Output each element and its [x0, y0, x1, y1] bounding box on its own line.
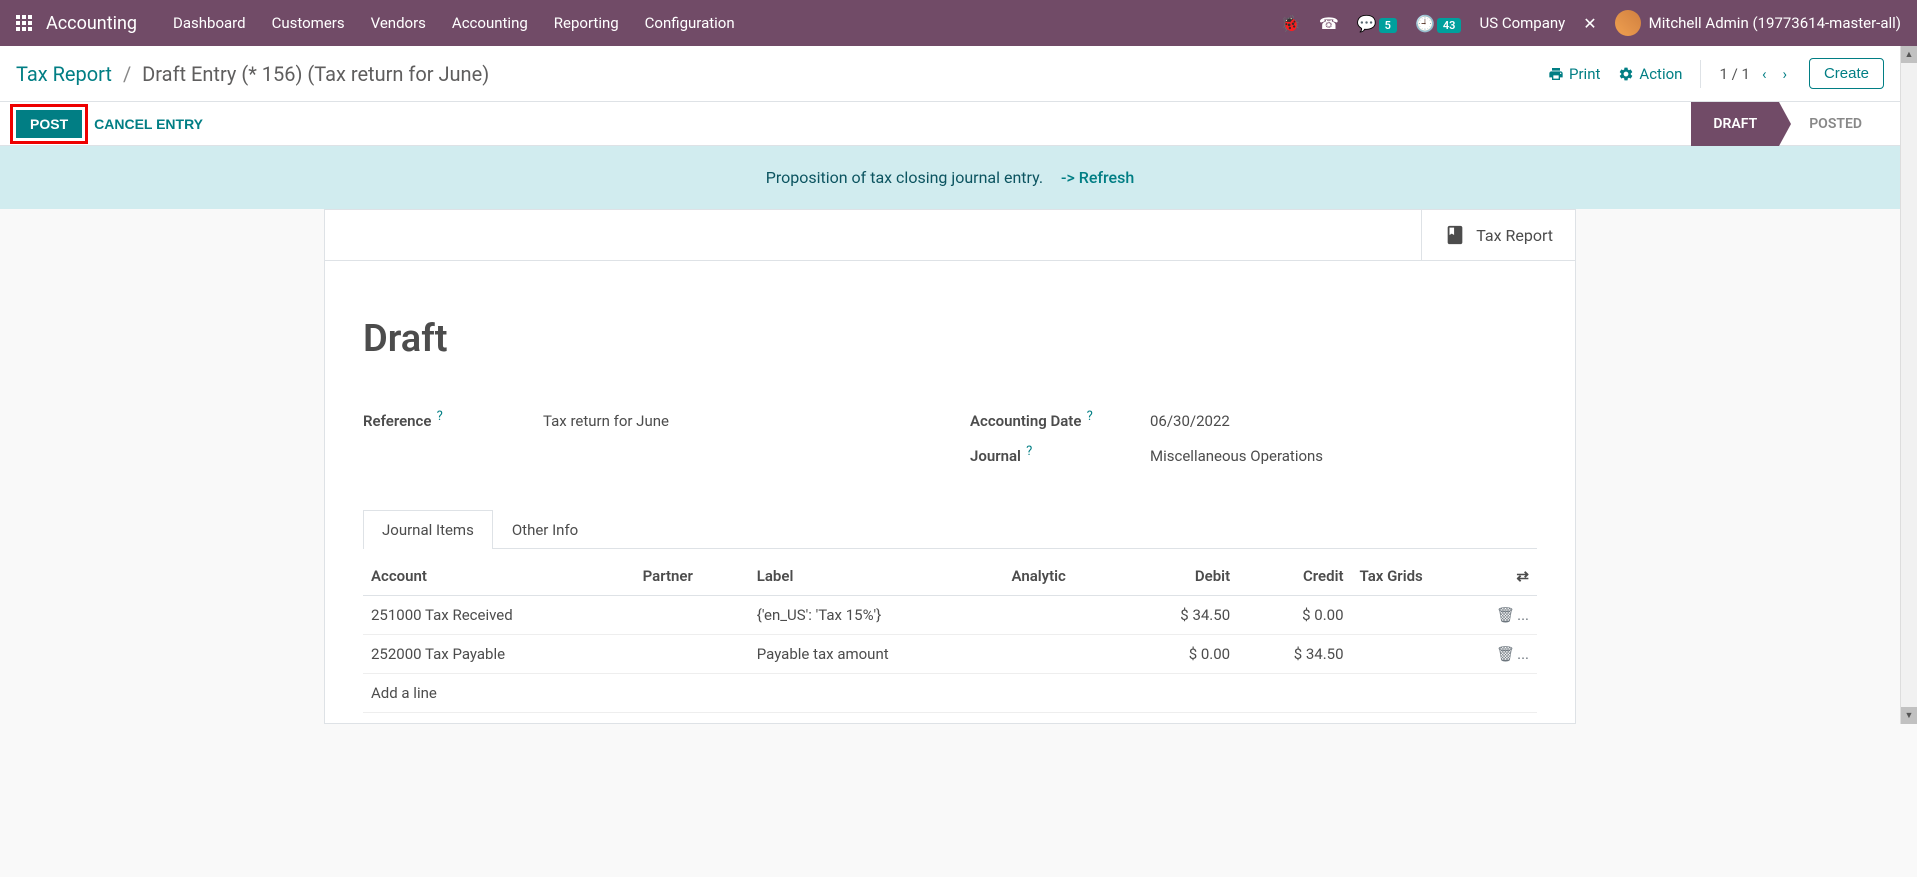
cell-analytic[interactable]: [1004, 635, 1125, 674]
col-tax-grids[interactable]: Tax Grids: [1352, 557, 1489, 596]
activities-badge: 43: [1437, 18, 1462, 33]
delete-row-icon[interactable]: 🗑: [1496, 645, 1529, 663]
user-name: Mitchell Admin (19773614-master-all): [1649, 14, 1901, 32]
col-account[interactable]: Account: [363, 557, 635, 596]
scrollbar[interactable]: ▲ ▼: [1900, 46, 1917, 724]
status-row: POST CANCEL ENTRY DRAFT POSTED: [0, 102, 1900, 146]
scroll-down-icon[interactable]: ▼: [1901, 707, 1917, 724]
accounting-date-value[interactable]: 06/30/2022: [1150, 412, 1230, 430]
create-button[interactable]: Create: [1809, 58, 1884, 89]
cell-credit[interactable]: $ 0.00: [1238, 596, 1351, 635]
menu-customers[interactable]: Customers: [260, 8, 357, 38]
brand-title[interactable]: Accounting: [46, 13, 137, 34]
cancel-entry-button[interactable]: CANCEL ENTRY: [90, 110, 207, 138]
cell-tax-grids[interactable]: [1352, 635, 1489, 674]
cell-account[interactable]: 251000 Tax Received: [363, 596, 635, 635]
table-row[interactable]: 252000 Tax Payable Payable tax amount $ …: [363, 635, 1537, 674]
cell-debit[interactable]: $ 0.00: [1125, 635, 1238, 674]
journal-value[interactable]: Miscellaneous Operations: [1150, 447, 1323, 465]
pager: 1 / 1 ‹ ›: [1719, 63, 1791, 85]
options-icon[interactable]: ⇄: [1516, 567, 1529, 585]
status-bar: DRAFT POSTED: [1691, 102, 1900, 146]
apps-icon[interactable]: [16, 15, 32, 31]
debug-icon[interactable]: 🐞: [1281, 14, 1301, 33]
print-icon: [1548, 66, 1564, 82]
cell-tax-grids[interactable]: [1352, 596, 1489, 635]
delete-row-icon[interactable]: 🗑: [1496, 606, 1529, 624]
col-partner[interactable]: Partner: [635, 557, 749, 596]
avatar: [1615, 10, 1641, 36]
reference-label: Reference ?: [363, 409, 543, 430]
tax-report-label: Tax Report: [1476, 226, 1553, 245]
cell-partner[interactable]: [635, 596, 749, 635]
cell-analytic[interactable]: [1004, 596, 1125, 635]
journal-items-table: Account Partner Label Analytic Debit Cre…: [363, 557, 1537, 713]
banner-text: Proposition of tax closing journal entry…: [766, 168, 1043, 187]
user-menu[interactable]: Mitchell Admin (19773614-master-all): [1615, 10, 1901, 36]
menu-dashboard[interactable]: Dashboard: [161, 8, 258, 38]
print-button[interactable]: Print: [1548, 65, 1600, 83]
refresh-link[interactable]: -> Refresh: [1061, 168, 1134, 187]
main-menu: Dashboard Customers Vendors Accounting R…: [161, 8, 747, 38]
cell-credit[interactable]: $ 34.50: [1238, 635, 1351, 674]
help-icon[interactable]: ?: [1023, 444, 1032, 459]
cell-label[interactable]: Payable tax amount: [749, 635, 1004, 674]
help-icon[interactable]: ?: [1083, 409, 1092, 424]
pager-next[interactable]: ›: [1778, 63, 1791, 85]
nav-right: 🐞 ☎ 💬5 🕘43 US Company ✕ Mitchell Admin (…: [1281, 10, 1901, 36]
reference-value[interactable]: Tax return for June: [543, 412, 669, 430]
action-button[interactable]: Action: [1618, 65, 1682, 83]
support-icon[interactable]: ☎: [1319, 14, 1339, 33]
breadcrumb: Tax Report / Draft Entry (* 156) (Tax re…: [16, 62, 489, 86]
scroll-up-icon[interactable]: ▲: [1901, 46, 1917, 63]
top-nav: Accounting Dashboard Customers Vendors A…: [0, 0, 1917, 46]
table-row[interactable]: 251000 Tax Received {'en_US': 'Tax 15%'}…: [363, 596, 1537, 635]
pager-text: 1 / 1: [1719, 65, 1750, 83]
accounting-date-label: Accounting Date ?: [970, 409, 1150, 430]
cell-account[interactable]: 252000 Tax Payable: [363, 635, 635, 674]
menu-configuration[interactable]: Configuration: [633, 8, 747, 38]
tab-journal-items[interactable]: Journal Items: [363, 510, 493, 549]
col-credit[interactable]: Credit: [1238, 557, 1351, 596]
col-debit[interactable]: Debit: [1125, 557, 1238, 596]
post-highlight: POST: [10, 104, 88, 144]
info-banner: Proposition of tax closing journal entry…: [0, 146, 1900, 209]
tabs: Journal Items Other Info: [363, 509, 1537, 549]
col-analytic[interactable]: Analytic: [1004, 557, 1125, 596]
journal-label: Journal ?: [970, 444, 1150, 465]
messages-badge: 5: [1379, 18, 1397, 33]
status-posted[interactable]: POSTED: [1779, 102, 1884, 146]
cell-partner[interactable]: [635, 635, 749, 674]
gear-icon: [1618, 66, 1634, 82]
cell-label[interactable]: {'en_US': 'Tax 15%'}: [749, 596, 1004, 635]
form-sheet: Tax Report Draft Reference ? Tax return …: [324, 209, 1576, 724]
breadcrumb-current: Draft Entry (* 156) (Tax return for June…: [142, 62, 489, 86]
status-draft[interactable]: DRAFT: [1691, 102, 1779, 146]
post-button[interactable]: POST: [16, 110, 82, 138]
breadcrumb-root[interactable]: Tax Report: [16, 62, 112, 86]
col-label[interactable]: Label: [749, 557, 1004, 596]
company-switcher[interactable]: US Company: [1479, 14, 1565, 32]
tax-report-button[interactable]: Tax Report: [1421, 210, 1575, 260]
breadcrumb-sep: /: [123, 62, 131, 86]
pager-prev[interactable]: ‹: [1758, 63, 1771, 85]
messages-icon[interactable]: 💬5: [1357, 14, 1397, 33]
help-icon[interactable]: ?: [433, 409, 442, 424]
menu-reporting[interactable]: Reporting: [542, 8, 631, 38]
menu-accounting[interactable]: Accounting: [440, 8, 540, 38]
activities-icon[interactable]: 🕘43: [1415, 14, 1462, 33]
control-bar: Tax Report / Draft Entry (* 156) (Tax re…: [0, 46, 1900, 102]
page-title: Draft: [363, 317, 1537, 361]
tab-other-info[interactable]: Other Info: [493, 510, 597, 549]
tools-icon[interactable]: ✕: [1583, 14, 1596, 33]
book-icon: [1444, 224, 1466, 246]
menu-vendors[interactable]: Vendors: [359, 8, 438, 38]
cell-debit[interactable]: $ 34.50: [1125, 596, 1238, 635]
add-line-button[interactable]: Add a line: [363, 674, 1537, 713]
